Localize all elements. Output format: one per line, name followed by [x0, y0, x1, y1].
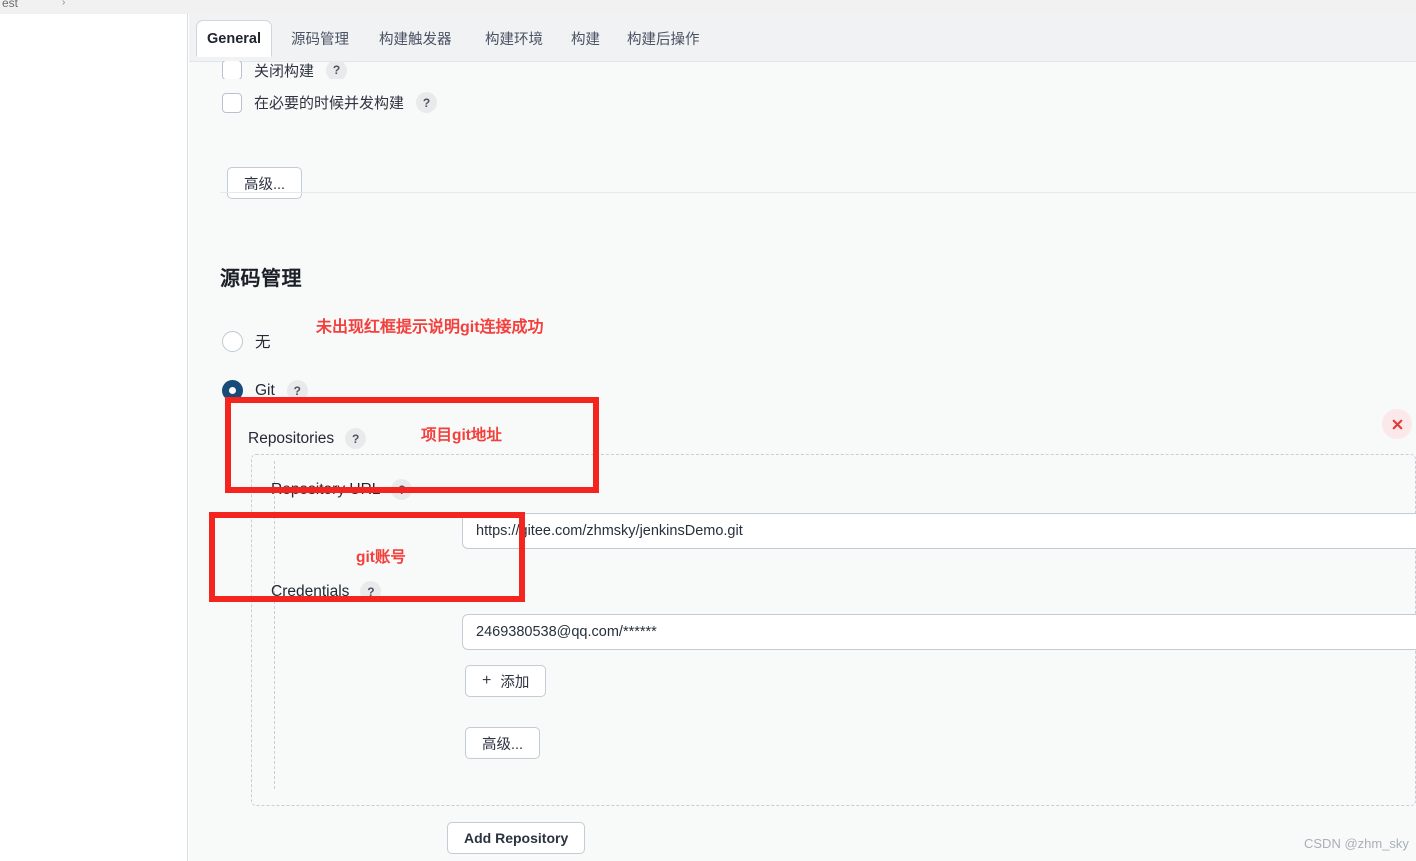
checkbox-clipped[interactable]: [222, 61, 242, 79]
add-credentials-button[interactable]: + 添加: [465, 665, 547, 697]
help-icon[interactable]: ?: [360, 581, 382, 602]
radio-row-git[interactable]: Git ?: [222, 380, 308, 401]
help-icon[interactable]: ?: [416, 92, 438, 113]
section-divider: [220, 192, 1416, 193]
radio-scm-git[interactable]: [222, 380, 243, 401]
scm-section-title: 源码管理: [220, 268, 302, 290]
help-icon[interactable]: ?: [326, 61, 348, 79]
radio-scm-git-label: Git: [255, 381, 275, 399]
checkbox-row-concurrent-build[interactable]: 在必要的时候并发构建 ?: [222, 92, 438, 113]
repository-url-label: Repository URL: [271, 480, 381, 498]
help-icon[interactable]: ?: [286, 380, 308, 401]
scm-advanced-button[interactable]: 高级...: [465, 727, 541, 759]
add-credentials-label: 添加: [500, 674, 530, 691]
config-form: 关闭构建 ? 在必要的时候并发构建 ? 高级... 源码管理 无 Git ? R…: [189, 61, 1416, 861]
annotation-repo-url: 项目git地址: [421, 427, 502, 444]
tab-build-triggers[interactable]: 构建触发器: [369, 22, 462, 55]
config-tabbar: General 源码管理 构建触发器 构建环境 构建 构建后操作: [189, 14, 1416, 62]
browser-tab-fragment: est: [2, 0, 19, 10]
checkbox-clipped-label: 关闭构建: [254, 62, 315, 80]
annotation-git-success: 未出现红框提示说明git连接成功: [316, 319, 544, 336]
radio-scm-none[interactable]: [222, 330, 243, 352]
add-repository-button[interactable]: Add Repository: [447, 822, 586, 854]
credentials-label: Credentials: [271, 582, 350, 600]
repository-url-label-group: Repository URL ?: [271, 479, 413, 500]
general-advanced-button[interactable]: 高级...: [227, 167, 303, 199]
help-icon[interactable]: ?: [345, 428, 367, 449]
radio-scm-none-label: 无: [255, 334, 271, 351]
repository-url-input[interactable]: https://gitee.com/zhmsky/jenkinsDemo.git: [462, 513, 1416, 549]
radio-row-none[interactable]: 无: [222, 330, 271, 352]
annotation-credentials: git账号: [356, 549, 406, 566]
main-content: General 源码管理 构建触发器 构建环境 构建 构建后操作 关闭构建 ? …: [189, 14, 1416, 861]
repositories-label: Repositories: [248, 429, 335, 447]
plus-icon: +: [482, 672, 492, 689]
screenshot-root: est › General 源码管理 构建触发器 构建环境 构建 构建后操作 关…: [0, 0, 1416, 861]
tab-build[interactable]: 构建: [561, 22, 610, 55]
browser-chrome-strip: est ›: [0, 0, 1416, 14]
delete-repository-button[interactable]: [1382, 409, 1412, 439]
checkbox-concurrent-build-label: 在必要的时候并发构建: [254, 95, 405, 112]
tab-general[interactable]: General: [196, 20, 272, 57]
tab-post-build[interactable]: 构建后操作: [617, 22, 710, 55]
left-sidebar-pane: [0, 14, 188, 861]
repositories-label-group: Repositories ?: [248, 428, 367, 449]
credentials-label-group: Credentials ?: [271, 581, 382, 602]
chevron-right-icon: ›: [62, 0, 66, 8]
repository-inner-rail: [274, 461, 275, 789]
checkbox-row-clipped[interactable]: 关闭构建 ?: [222, 61, 348, 80]
help-icon[interactable]: ?: [391, 479, 413, 500]
tab-scm[interactable]: 源码管理: [281, 22, 359, 55]
credentials-select-value: 2469380538@qq.com/******: [476, 624, 657, 640]
credentials-select[interactable]: 2469380538@qq.com/******: [462, 614, 1416, 650]
close-x-icon: [1392, 419, 1402, 429]
tab-build-env[interactable]: 构建环境: [475, 22, 553, 55]
watermark: CSDN @zhm_sky: [1304, 836, 1409, 851]
checkbox-concurrent-build[interactable]: [222, 92, 242, 113]
